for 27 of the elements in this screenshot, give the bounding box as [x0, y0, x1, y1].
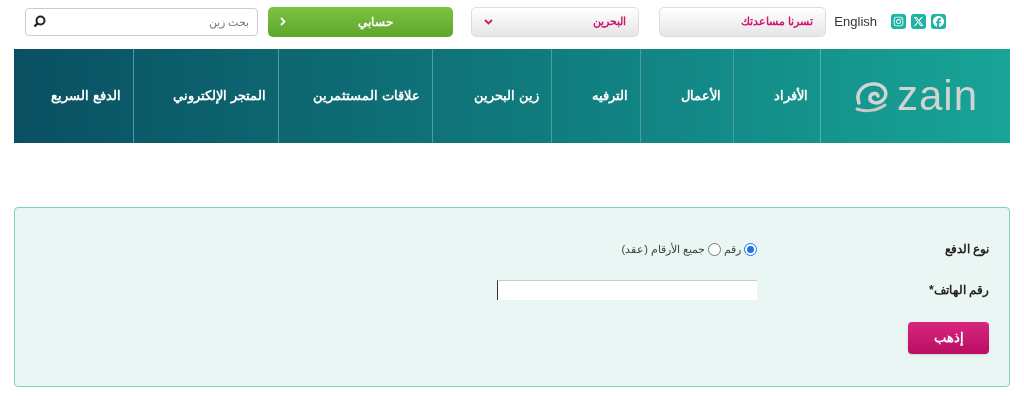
search-field[interactable]: بحث زين: [25, 7, 259, 36]
facebook-icon[interactable]: [931, 14, 946, 29]
field-label: رقم الهاتف*: [928, 282, 989, 299]
logo-text: zain: [896, 75, 979, 117]
account-button[interactable]: حسابي: [268, 6, 454, 37]
go-button[interactable]: إذهب: [908, 322, 989, 354]
nav-item[interactable]: الأعمال: [640, 49, 733, 143]
help-dropdown[interactable]: تسرنا مساعدتك: [659, 6, 827, 37]
nav-item[interactable]: الأفراد: [733, 49, 820, 143]
radio-button[interactable]: [708, 242, 721, 256]
nav-item[interactable]: زين البحرين: [432, 49, 551, 143]
country-dropdown[interactable]: البحرين: [471, 6, 640, 37]
nav-item[interactable]: الترفيه: [551, 49, 640, 143]
field-label: نوع الدفع: [943, 241, 989, 258]
nav-item[interactable]: المتجر الإلكتروني: [133, 49, 278, 143]
caret-icon: [484, 18, 494, 25]
instagram-icon[interactable]: [891, 14, 906, 29]
radio-label: رقم: [724, 241, 741, 258]
radio-label: جميع الأرقام (عقد): [621, 241, 705, 258]
language-link[interactable]: English: [834, 11, 877, 32]
search-icon[interactable]: [33, 14, 47, 28]
nav-item[interactable]: الدفع السريع: [14, 49, 133, 143]
phone-input-field[interactable]: [497, 280, 757, 300]
nav-item[interactable]: علاقات المستثمرين: [278, 49, 432, 143]
chevron-icon: [280, 17, 287, 26]
x-icon[interactable]: [911, 14, 926, 29]
radio-button[interactable]: [744, 242, 757, 256]
